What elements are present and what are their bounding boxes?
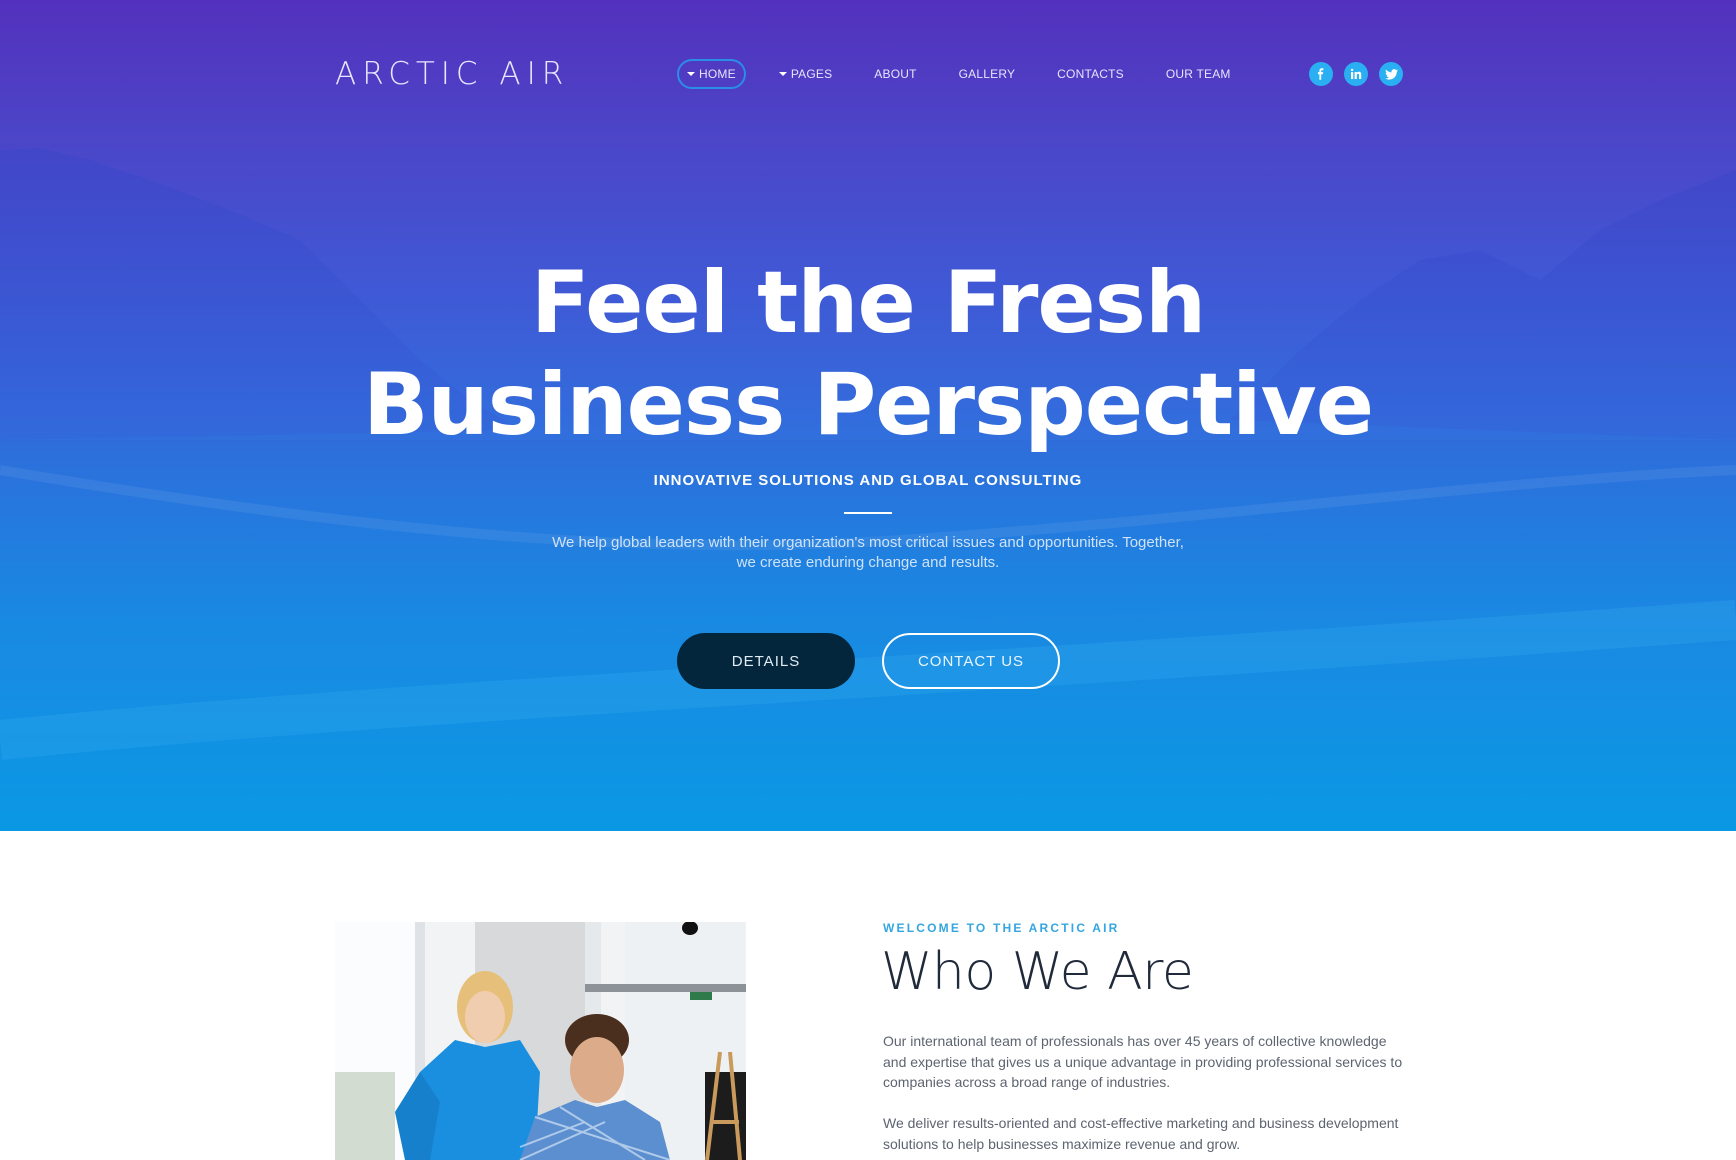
hero-description-line1: We help global leaders with their organi… [552, 534, 1184, 551]
hero-divider [844, 512, 892, 514]
nav-item-our-team[interactable]: OUR TEAM [1157, 59, 1240, 89]
nav-item-label: OUR TEAM [1165, 67, 1231, 81]
main-nav: HOME PAGES ABOUT GALLERY CONTACTS OUR TE… [677, 59, 1240, 89]
team-photo-illustration [335, 922, 746, 1160]
nav-item-label: HOME [699, 67, 736, 81]
hero-headline: Feel the Fresh Business Perspective [0, 252, 1736, 456]
section-eyebrow: WELCOME TO THE ARCTIC AIR [883, 921, 1120, 935]
linkedin-icon [1350, 68, 1362, 79]
nav-item-pages[interactable]: PAGES [770, 59, 841, 89]
team-photo [335, 922, 746, 1160]
hero-description-line2: we create enduring change and results. [736, 554, 1000, 571]
details-button[interactable]: DETAILS [677, 633, 855, 689]
nav-item-home[interactable]: HOME [677, 59, 746, 89]
about-paragraph-1: Our international team of professionals … [883, 1033, 1403, 1090]
hero-headline-line2: Business Perspective [362, 355, 1374, 455]
twitter-icon [1384, 68, 1398, 80]
hero-headline-line1: Feel the Fresh [530, 253, 1206, 353]
nav-item-gallery[interactable]: GALLERY [950, 59, 1025, 89]
nav-item-about[interactable]: ABOUT [865, 59, 925, 89]
hero-section: ARCTIC AIR HOME PAGES ABOUT GALLERY CONT… [0, 0, 1736, 831]
contact-us-button[interactable]: CONTACT US [882, 633, 1060, 689]
nav-item-contacts[interactable]: CONTACTS [1048, 59, 1133, 89]
caret-down-icon [687, 72, 695, 76]
nav-item-label: CONTACTS [1057, 67, 1124, 81]
caret-down-icon [778, 72, 787, 76]
nav-item-label: PAGES [790, 67, 833, 81]
section-title: Who We Are [881, 942, 1194, 1002]
social-links [1309, 62, 1403, 86]
nav-item-label: GALLERY [958, 67, 1016, 81]
hero-subtitle: INNOVATIVE SOLUTIONS AND GLOBAL CONSULTI… [653, 472, 1083, 489]
linkedin-link[interactable] [1344, 62, 1368, 86]
nav-item-label: ABOUT [874, 67, 917, 81]
brand-logo[interactable]: ARCTIC AIR [335, 58, 569, 90]
facebook-icon [1317, 68, 1324, 80]
facebook-link[interactable] [1309, 62, 1333, 86]
twitter-link[interactable] [1379, 62, 1403, 86]
about-paragraph-2: We deliver results-oriented and cost-eff… [883, 1115, 1399, 1152]
hero-description: We help global leaders with their organi… [518, 533, 1218, 573]
